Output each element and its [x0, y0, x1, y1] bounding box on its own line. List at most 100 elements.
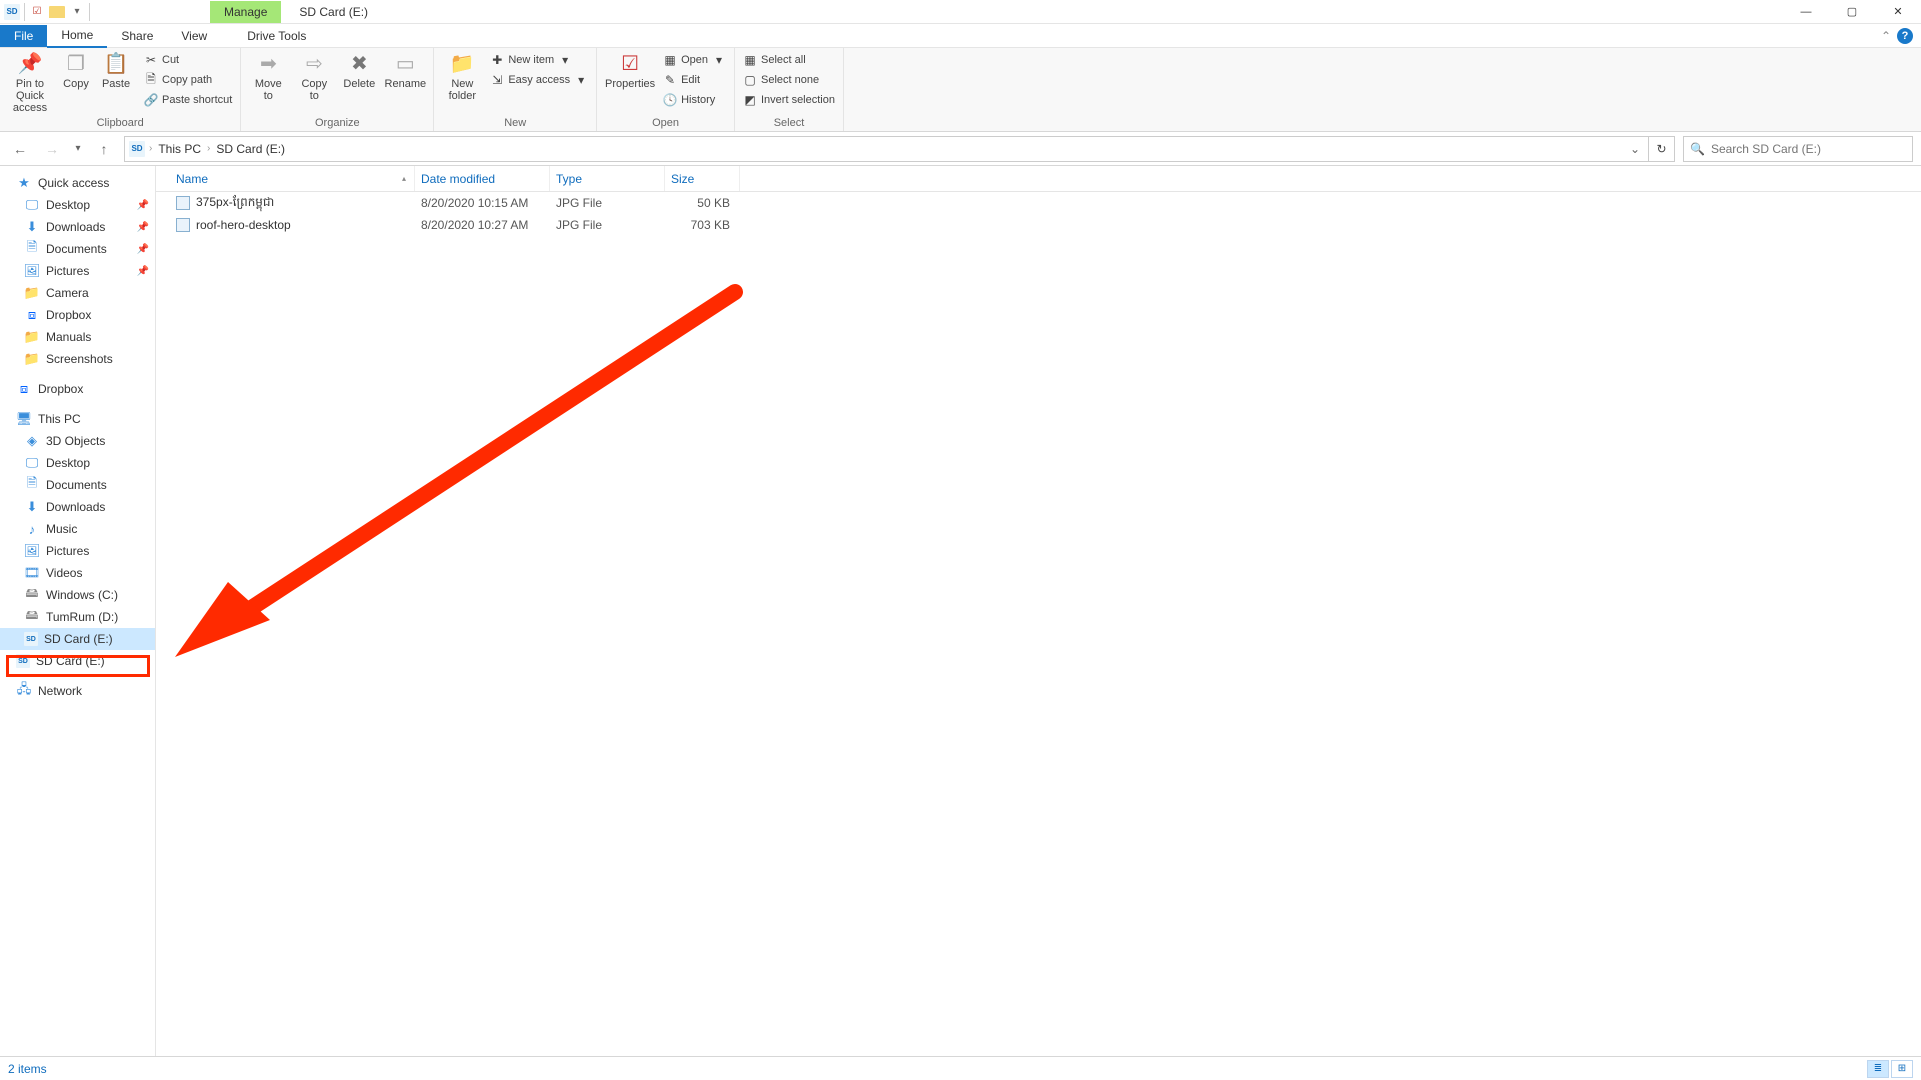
breadcrumb-this-pc[interactable]: This PC [156, 142, 203, 156]
maximize-button[interactable]: ▢ [1829, 0, 1875, 24]
nav-videos[interactable]: 🎞Videos [0, 562, 155, 584]
nav-sd-card-e-2[interactable]: SDSD Card (E:) [0, 650, 155, 672]
address-dropdown-icon[interactable]: ⌄ [1626, 142, 1644, 156]
edit-button[interactable]: ✎Edit [661, 70, 728, 90]
move-to-button[interactable]: ➡Move to [247, 50, 289, 104]
quick-access-toolbar: SD ☑ ▾ [0, 3, 90, 21]
details-view-button[interactable]: ≣ [1867, 1060, 1889, 1078]
nav-pictures[interactable]: 🖼Pictures📌 [0, 260, 155, 282]
minimize-button[interactable]: — [1783, 0, 1829, 24]
manage-contextual-tab[interactable]: Manage [210, 1, 281, 23]
search-input[interactable]: 🔍 [1683, 136, 1913, 162]
nav-pc-documents[interactable]: 🗎Documents [0, 474, 155, 496]
tab-file[interactable]: File [0, 25, 47, 47]
nav-drive-c[interactable]: 🖴Windows (C:) [0, 584, 155, 606]
nav-label: This PC [38, 412, 81, 426]
rename-button[interactable]: ▭Rename [383, 50, 427, 92]
nav-music[interactable]: ♪Music [0, 518, 155, 540]
thumbnails-view-button[interactable]: ⊞ [1891, 1060, 1913, 1078]
search-field[interactable] [1711, 142, 1906, 156]
back-button[interactable]: ← [8, 137, 32, 161]
nav-sd-card-e[interactable]: SDSD Card (E:) [0, 628, 155, 650]
ribbon-group-new: 📁New folder ✚New item▾ ⇲Easy access▾ New [434, 48, 597, 131]
close-button[interactable]: ✕ [1875, 0, 1921, 24]
nav-dropbox-folder[interactable]: ⧈Dropbox [0, 304, 155, 326]
nav-dropbox[interactable]: ⧈Dropbox [0, 378, 155, 400]
ribbon-group-select: ▦Select all ▢Select none ◩Invert selecti… [735, 48, 844, 131]
help-icon[interactable]: ? [1897, 28, 1913, 44]
nav-pc-desktop[interactable]: 🖵Desktop [0, 452, 155, 474]
copy-button[interactable]: ❐ Copy [58, 50, 94, 92]
address-bar[interactable]: SD › This PC › SD Card (E:) ⌄ [124, 136, 1649, 162]
easy-access-button[interactable]: ⇲Easy access▾ [488, 70, 590, 90]
nav-pc-downloads[interactable]: ⬇Downloads [0, 496, 155, 518]
nav-screenshots[interactable]: 📁Screenshots [0, 348, 155, 370]
videos-icon: 🎞 [24, 565, 40, 581]
chevron-right-icon[interactable]: › [207, 143, 210, 154]
new-folder-button[interactable]: 📁New folder [440, 50, 484, 104]
select-all-button[interactable]: ▦Select all [741, 50, 837, 70]
tab-home[interactable]: Home [47, 24, 107, 48]
ribbon-collapse-icon[interactable]: ⌃ [1881, 29, 1891, 43]
checkmark-icon[interactable]: ☑ [29, 4, 45, 20]
nav-quick-access[interactable]: ★Quick access [0, 172, 155, 194]
paste-button[interactable]: 📋 Paste [98, 50, 134, 92]
nav-drive-d[interactable]: 🖴TumRum (D:) [0, 606, 155, 628]
nav-label: Dropbox [38, 382, 83, 396]
cut-button[interactable]: ✂Cut [142, 50, 234, 70]
nav-label: Desktop [46, 456, 90, 470]
file-row[interactable]: roof-hero-desktop 8/20/2020 10:27 AM JPG… [156, 214, 1921, 236]
column-size[interactable]: Size [665, 166, 740, 191]
column-type[interactable]: Type [550, 166, 665, 191]
select-none-button[interactable]: ▢Select none [741, 70, 837, 90]
nav-network[interactable]: 🖧Network [0, 680, 155, 702]
new-item-button[interactable]: ✚New item▾ [488, 50, 590, 70]
nav-label: Documents [46, 242, 107, 256]
up-button[interactable]: ↑ [92, 137, 116, 161]
network-icon: 🖧 [16, 683, 32, 699]
pin-to-quick-access-button[interactable]: 📌 Pin to Quick access [6, 50, 54, 116]
edit-icon: ✎ [663, 73, 677, 87]
paste-shortcut-button[interactable]: 🔗Paste shortcut [142, 90, 234, 110]
nav-desktop[interactable]: 🖵Desktop📌 [0, 194, 155, 216]
copy-to-button[interactable]: ⇨Copy to [293, 50, 335, 104]
column-date[interactable]: Date modified [415, 166, 550, 191]
history-button[interactable]: 🕓History [661, 90, 728, 110]
open-button[interactable]: ▦Open▾ [661, 50, 728, 70]
nav-camera[interactable]: 📁Camera [0, 282, 155, 304]
sd-card-icon: SD [24, 632, 38, 646]
ribbon-tabs: File Home Share View Drive Tools ⌃ ? [0, 24, 1921, 48]
navigation-pane[interactable]: ★Quick access 🖵Desktop📌 ⬇Downloads📌 🗎Doc… [0, 166, 156, 1056]
status-bar: 2 items ≣ ⊞ [0, 1056, 1921, 1080]
column-name[interactable]: Name▴ [170, 166, 415, 191]
nav-label: 3D Objects [46, 434, 105, 448]
tab-drive-tools[interactable]: Drive Tools [233, 25, 320, 47]
tab-view[interactable]: View [167, 25, 221, 47]
nav-documents[interactable]: 🗎Documents📌 [0, 238, 155, 260]
properties-button[interactable]: ☑Properties [603, 50, 657, 92]
nav-this-pc[interactable]: 🖥This PC [0, 408, 155, 430]
refresh-button[interactable]: ↻ [1649, 136, 1675, 162]
paste-icon: 📋 [104, 52, 128, 76]
invert-selection-button[interactable]: ◩Invert selection [741, 90, 837, 110]
history-icon: 🕓 [663, 93, 677, 107]
nav-3d-objects[interactable]: ◈3D Objects [0, 430, 155, 452]
tab-share[interactable]: Share [107, 25, 167, 47]
nav-downloads[interactable]: ⬇Downloads📌 [0, 216, 155, 238]
chevron-right-icon[interactable]: › [149, 143, 152, 154]
copy-path-button[interactable]: 🗎Copy path [142, 70, 234, 90]
forward-button[interactable]: → [40, 137, 64, 161]
nav-manuals[interactable]: 📁Manuals [0, 326, 155, 348]
breadcrumb-sd-card[interactable]: SD Card (E:) [214, 142, 287, 156]
path-icon: 🗎 [144, 73, 158, 87]
nav-pc-pictures[interactable]: 🖼Pictures [0, 540, 155, 562]
new-item-icon: ✚ [490, 53, 504, 67]
dropbox-icon: ⧈ [24, 307, 40, 323]
qat-dropdown-icon[interactable]: ▾ [69, 4, 85, 20]
downloads-icon: ⬇ [24, 499, 40, 515]
recent-dropdown[interactable]: ▾ [72, 137, 84, 161]
delete-button[interactable]: ✖Delete [339, 50, 379, 92]
pin-icon: 📌 [137, 244, 149, 255]
file-row[interactable]: 375px-ព្រែកម្ពុជា 8/20/2020 10:15 AM JPG… [156, 192, 1921, 214]
folder-icon[interactable] [49, 6, 65, 18]
